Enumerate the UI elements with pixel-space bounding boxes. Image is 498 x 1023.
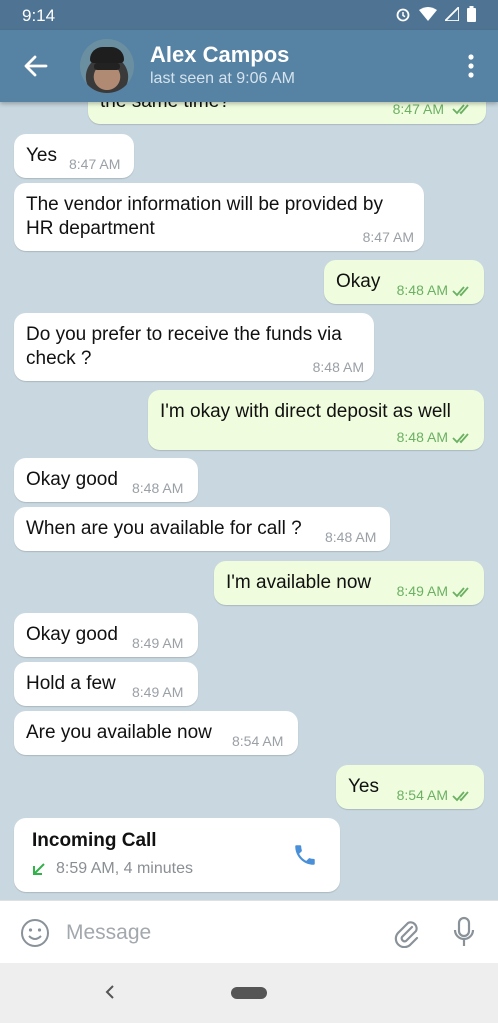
microphone-icon[interactable] — [452, 916, 476, 948]
double-check-icon — [452, 791, 469, 802]
battery-icon — [467, 6, 476, 22]
message-bubble[interactable]: Okay good 8:49 AM — [14, 613, 198, 657]
message-bubble[interactable]: the same time? 8:47 AM — [88, 102, 486, 124]
message-bubble[interactable]: I'm okay with direct deposit as well 8:4… — [148, 390, 484, 450]
call-detail: 8:59 AM, 4 minutes — [56, 860, 193, 877]
call-log-item[interactable]: Incoming Call 8:59 AM, 4 minutes — [14, 818, 340, 892]
alarm-icon — [396, 8, 410, 22]
message-bubble[interactable]: Okay 8:48 AM — [324, 260, 484, 304]
message-bubble[interactable]: I'm available now 8:49 AM — [214, 561, 484, 605]
contact-name[interactable]: Alex Campos — [150, 42, 289, 68]
message-input[interactable]: Message — [66, 921, 151, 945]
double-check-icon — [452, 433, 469, 444]
message-bubble[interactable]: The vendor information will be provided … — [14, 183, 424, 251]
double-check-icon — [452, 104, 469, 115]
call-title: Incoming Call — [32, 830, 157, 851]
message-input-bar: Message — [0, 900, 498, 964]
message-bubble[interactable]: Are you available now 8:54 AM — [14, 711, 298, 755]
signal-icon — [445, 7, 459, 21]
message-bubble[interactable]: Do you prefer to receive the funds via c… — [14, 313, 374, 381]
nav-home-pill[interactable] — [231, 987, 267, 999]
more-options-icon[interactable] — [468, 54, 474, 78]
system-nav-bar — [0, 963, 498, 1023]
avatar[interactable] — [80, 39, 134, 93]
status-time: 9:14 — [22, 6, 56, 25]
emoji-icon[interactable] — [20, 918, 50, 948]
phone-icon[interactable] — [292, 842, 318, 868]
back-arrow-icon[interactable] — [22, 52, 50, 80]
chat-header: Alex Campos last seen at 9:06 AM — [0, 30, 498, 102]
message-bubble[interactable]: Hold a few 8:49 AM — [14, 662, 198, 706]
last-seen-status: last seen at 9:06 AM — [150, 70, 295, 87]
double-check-icon — [452, 587, 469, 598]
attach-icon[interactable] — [392, 918, 420, 948]
message-bubble[interactable]: Yes 8:54 AM — [336, 765, 484, 809]
message-list[interactable]: the same time? 8:47 AM Yes 8:47 AM The v… — [0, 102, 498, 900]
wifi-icon — [419, 7, 437, 21]
double-check-icon — [452, 286, 469, 297]
nav-back-icon[interactable] — [102, 983, 118, 1001]
message-bubble[interactable]: Yes 8:47 AM — [14, 134, 134, 178]
message-bubble[interactable]: When are you available for call ? 8:48 A… — [14, 507, 390, 551]
status-bar: 9:14 — [0, 0, 498, 30]
incoming-arrow-icon — [33, 863, 45, 875]
message-bubble[interactable]: Okay good 8:48 AM — [14, 458, 198, 502]
status-icons — [395, 6, 476, 22]
